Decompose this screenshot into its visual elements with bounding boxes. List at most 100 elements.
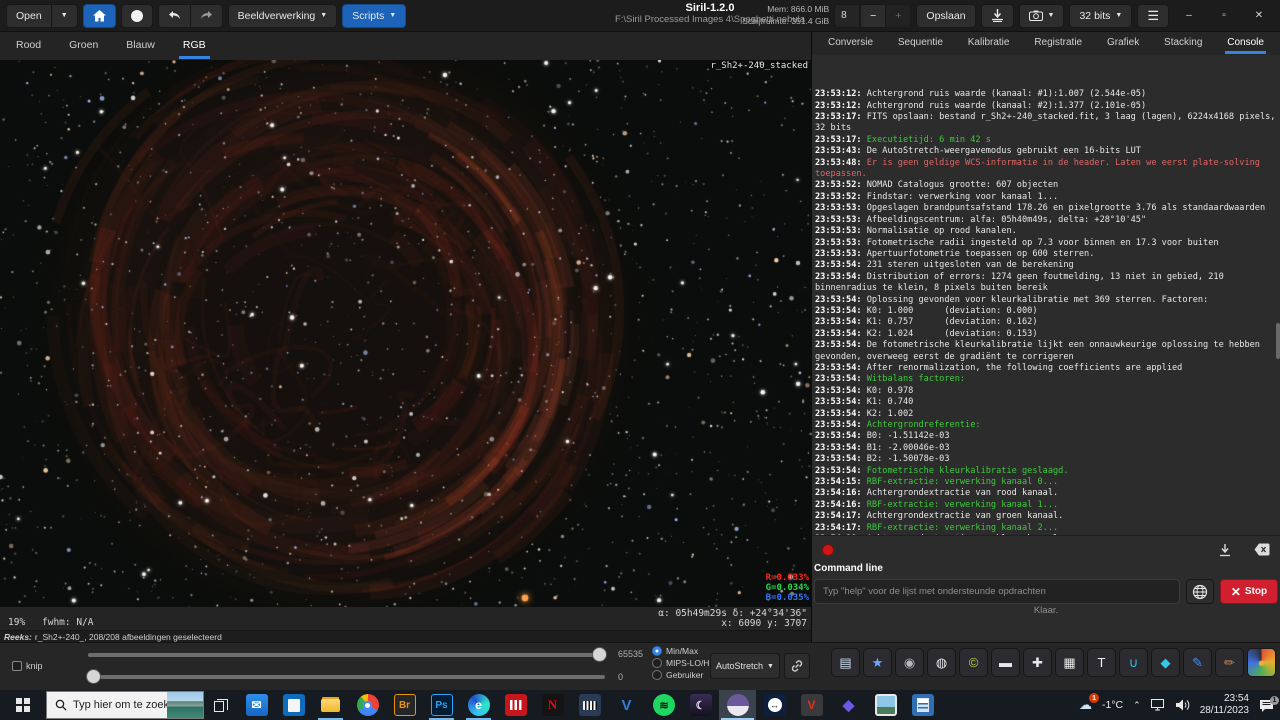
tab-grafiek[interactable]: Grafiek bbox=[1105, 33, 1141, 54]
text-tool-icon[interactable]: T bbox=[1087, 648, 1116, 677]
taskbar-app-store[interactable] bbox=[275, 690, 312, 720]
export-log-icon[interactable] bbox=[1218, 543, 1232, 557]
palette-icon[interactable]: ● bbox=[1247, 648, 1276, 677]
mode-radio-mips-lo-hi[interactable]: MIPS-LO/HI bbox=[652, 658, 712, 668]
onedrive-badge: 1 bbox=[1089, 693, 1099, 703]
zoom-increase-button[interactable]: + bbox=[886, 4, 911, 28]
slider-handle[interactable] bbox=[592, 647, 607, 662]
taskbar-app-redv[interactable]: V bbox=[793, 690, 830, 720]
tab-registratie[interactable]: Registratie bbox=[1032, 33, 1084, 54]
gem-pen-icon[interactable]: ◆ bbox=[1151, 648, 1180, 677]
piano-icon[interactable]: ▤ bbox=[831, 648, 860, 677]
brush-icon[interactable]: ✎ bbox=[1183, 648, 1212, 677]
volume-icon[interactable] bbox=[1176, 699, 1190, 711]
taskbar-app-netflix[interactable]: N bbox=[534, 690, 571, 720]
snapshot-button[interactable]: ▼ bbox=[1019, 4, 1065, 28]
image-processing-menu[interactable]: Beeldverwerking ▼ bbox=[228, 4, 338, 28]
sequence-info: r_Sh2+-240_, 208/208 afbeeldingen gesele… bbox=[35, 632, 222, 642]
taskbar-app-nightsky[interactable]: ☾ bbox=[682, 690, 719, 720]
globe-icon[interactable]: ◍ bbox=[927, 648, 956, 677]
minus-block-icon[interactable]: ▬ bbox=[991, 648, 1020, 677]
low-cutoff-slider[interactable] bbox=[88, 675, 605, 679]
plus-block-icon[interactable]: ✚ bbox=[1023, 648, 1052, 677]
clip-checkbox[interactable]: knip bbox=[12, 661, 43, 671]
taskbar-app-synth[interactable] bbox=[571, 690, 608, 720]
camera-icon[interactable]: ◉ bbox=[895, 648, 924, 677]
pen-icon[interactable]: ✏ bbox=[1215, 648, 1244, 677]
channel-tab-rgb[interactable]: RGB bbox=[179, 33, 210, 59]
clear-console-icon[interactable] bbox=[1254, 543, 1270, 556]
network-icon[interactable] bbox=[1151, 699, 1166, 711]
tab-sequentie[interactable]: Sequentie bbox=[896, 33, 945, 54]
start-button[interactable] bbox=[0, 690, 46, 720]
taskbar-app-edge[interactable]: e bbox=[460, 690, 497, 720]
stop-x-icon: ✕ bbox=[1231, 585, 1241, 599]
console-log[interactable]: 23:53:12: Achtergrond ruis waarde (kanaa… bbox=[812, 55, 1280, 535]
magnet-icon[interactable]: ∪ bbox=[1119, 648, 1148, 677]
link-channels-button[interactable] bbox=[784, 653, 810, 679]
stretch-mode-dropdown[interactable]: AutoStretch ▼ bbox=[710, 653, 780, 679]
tray-expand-icon[interactable]: ⌃ bbox=[1133, 700, 1141, 711]
taskbar-app-calc[interactable] bbox=[904, 690, 941, 720]
taskbar-app-gem[interactable]: ◆ bbox=[830, 690, 867, 720]
taskbar-search[interactable]: Typ hier om te zoeken bbox=[46, 691, 204, 719]
mode-radio-min-max[interactable]: Min/Max bbox=[652, 646, 712, 656]
tab-kalibratie[interactable]: Kalibratie bbox=[966, 33, 1012, 54]
search-highlight-image[interactable] bbox=[167, 692, 203, 718]
open-button[interactable]: Open bbox=[6, 4, 52, 28]
grid-icon[interactable]: ▦ bbox=[1055, 648, 1084, 677]
save-as-button[interactable] bbox=[981, 4, 1014, 28]
taskbar-app-mail[interactable]: ✉ bbox=[238, 690, 275, 720]
record-button[interactable] bbox=[121, 4, 153, 28]
console-line: 23:54:17: Achtergrondextractie van groen… bbox=[815, 511, 1276, 522]
taskbar-app-chrome[interactable] bbox=[349, 690, 386, 720]
home-button[interactable] bbox=[83, 4, 116, 28]
command-input[interactable]: Typ "help" voor de lijst met ondersteund… bbox=[814, 579, 1180, 604]
slider-handle[interactable] bbox=[86, 669, 101, 684]
nightsky-icon: ☾ bbox=[690, 694, 712, 716]
high-cutoff-slider[interactable] bbox=[88, 653, 605, 657]
edge-icon: e bbox=[468, 694, 490, 716]
minimize-button[interactable]: – bbox=[1174, 4, 1204, 28]
stop-button[interactable]: ✕ Stop bbox=[1220, 579, 1278, 604]
hamburger-menu-button[interactable]: ☰ bbox=[1137, 4, 1169, 28]
scripts-menu[interactable]: Scripts ▼ bbox=[342, 4, 406, 28]
taskbar-app-siril[interactable] bbox=[719, 690, 756, 720]
channel-tab-blauw[interactable]: Blauw bbox=[122, 33, 159, 59]
restore-button[interactable]: ▫ bbox=[1209, 4, 1239, 28]
temperature-widget[interactable]: -1°C bbox=[1102, 699, 1123, 711]
star-icon[interactable]: ★ bbox=[863, 648, 892, 677]
notification-center-button[interactable]: 1 bbox=[1259, 699, 1274, 712]
taskbar-app-spotify[interactable]: ≋ bbox=[645, 690, 682, 720]
image-viewport[interactable]: r_Sh2+-240_stacked R=0.033% G=0.034% B=0… bbox=[0, 60, 812, 607]
onedrive-icon[interactable]: ☁1 bbox=[1079, 697, 1092, 713]
undo-button[interactable] bbox=[158, 4, 191, 28]
mode-radio-gebruiker[interactable]: Gebruiker bbox=[652, 670, 712, 680]
taskbar-app-stats[interactable] bbox=[497, 690, 534, 720]
tab-stacking[interactable]: Stacking bbox=[1162, 33, 1204, 54]
copyright-icon[interactable]: © bbox=[959, 648, 988, 677]
taskbar-clock[interactable]: 23:54 28/11/2023 bbox=[1200, 693, 1249, 718]
console-scrollbar[interactable] bbox=[1276, 323, 1280, 359]
taskbar-app-teamviewer[interactable]: ↔ bbox=[756, 690, 793, 720]
taskbar-app-photos[interactable] bbox=[867, 690, 904, 720]
close-button[interactable]: ✕ bbox=[1244, 4, 1274, 28]
channel-tab-rood[interactable]: Rood bbox=[12, 33, 45, 59]
nebula-image[interactable] bbox=[0, 60, 812, 607]
taskbar-app-explorer[interactable] bbox=[312, 690, 349, 720]
channel-tab-groen[interactable]: Groen bbox=[65, 33, 102, 59]
redv-icon: V bbox=[801, 694, 823, 716]
tab-conversie[interactable]: Conversie bbox=[826, 33, 875, 54]
log-record-indicator-icon[interactable] bbox=[822, 544, 834, 556]
taskbar-app-ps[interactable]: Ps bbox=[423, 690, 460, 720]
open-recent-dropdown[interactable]: ▼ bbox=[52, 4, 78, 28]
taskbar-app-bridge[interactable]: Br bbox=[386, 690, 423, 720]
command-help-button[interactable] bbox=[1186, 579, 1214, 604]
bit-depth-dropdown[interactable]: 32 bits ▼ bbox=[1069, 4, 1132, 28]
redo-button[interactable] bbox=[191, 4, 223, 28]
taskbar-app-vegas[interactable]: V bbox=[608, 690, 645, 720]
task-view-button[interactable] bbox=[204, 690, 238, 720]
annotation-toolbar: ▤★◉◍©▬✚▦T∪◆✎✏● bbox=[831, 648, 1276, 677]
tab-console[interactable]: Console bbox=[1225, 33, 1266, 54]
siril-icon bbox=[727, 694, 749, 716]
